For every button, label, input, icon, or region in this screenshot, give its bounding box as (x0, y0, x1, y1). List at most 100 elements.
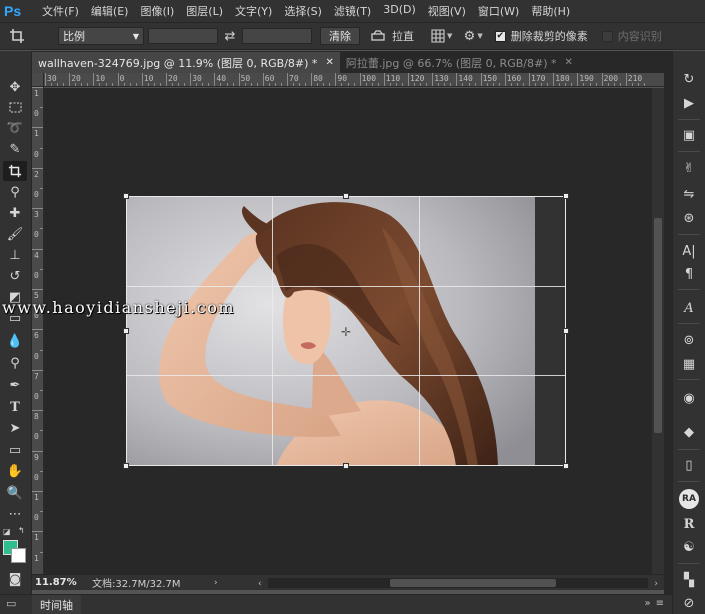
path-selection-tool-icon[interactable]: ➤ (3, 418, 27, 438)
swap-colors-icon[interactable]: ↰ (18, 526, 25, 535)
menu-file[interactable]: 文件(F) (36, 3, 85, 19)
delete-cropped-pixels-option[interactable]: ✔ 删除裁剪的像素 (494, 28, 588, 44)
horizontal-scrollbar-thumb[interactable] (390, 579, 556, 587)
crop-handle-bottom-left[interactable] (123, 463, 129, 469)
no-entry-plugin-icon[interactable]: ⊘ (677, 592, 701, 614)
vertical-scrollbar-thumb[interactable] (654, 218, 662, 433)
panel-grip-icon[interactable]: ▭ (6, 597, 16, 610)
healing-brush-tool-icon[interactable]: ✚ (3, 203, 27, 223)
collapse-panel-icon[interactable]: » (644, 598, 650, 609)
menu-image[interactable]: 图像(I) (134, 3, 180, 19)
crop-handle-top-left[interactable] (123, 193, 129, 199)
crop-tool-preset-icon[interactable] (0, 23, 34, 49)
ratio-width-input[interactable] (148, 28, 218, 44)
tab-alalei[interactable]: 阿拉蕾.jpg @ 66.7% (图层 0, RGB/8#) * ✕ (340, 52, 579, 73)
close-icon[interactable]: ✕ (564, 57, 572, 68)
straighten-icon[interactable] (366, 30, 390, 42)
quick-mask-icon[interactable]: ◙ (3, 569, 27, 589)
rectangle-tool-icon[interactable]: ▭ (3, 440, 27, 460)
crop-handle-middle-right[interactable] (563, 328, 569, 334)
menu-window[interactable]: 窗口(W) (472, 3, 525, 19)
menu-view[interactable]: 视图(V) (422, 3, 472, 19)
actions-play-icon[interactable]: ▶ (677, 92, 701, 114)
eyedropper-tool-icon[interactable]: ⚲ (3, 182, 27, 202)
menu-select[interactable]: 选择(S) (278, 3, 328, 19)
yin-yang-plugin-icon[interactable]: ☯ (677, 536, 701, 558)
overlay-dropdown-icon[interactable]: ▼ (447, 32, 452, 40)
clear-button[interactable]: 清除 (320, 27, 360, 45)
crop-handle-top-right[interactable] (563, 193, 569, 199)
horizontal-ruler[interactable]: 30 20 10 0 10 20 30 40 50 60 70 80 90 100 110 120 130 140… (44, 73, 664, 87)
swap-dimensions-icon[interactable]: ⇄ (218, 29, 242, 44)
history-brush-tool-icon[interactable]: ↺ (3, 266, 27, 286)
menu-layer[interactable]: 图层(L) (180, 3, 229, 19)
menu-3d[interactable]: 3D(D) (377, 3, 422, 19)
document-size-info[interactable]: 文档:32.7M/32.7M (92, 575, 232, 590)
delete-cropped-pixels-checkbox[interactable]: ✔ (494, 30, 506, 42)
channels-panel-icon[interactable]: ⊚ (677, 329, 701, 351)
menu-filter[interactable]: 滤镜(T) (328, 3, 377, 19)
zoom-tool-icon[interactable]: 🔍 (3, 483, 27, 503)
marquee-tool-icon[interactable] (3, 97, 27, 117)
scroll-right-icon[interactable]: › (654, 579, 658, 589)
ruler-tick (420, 83, 422, 86)
crop-handle-bottom-center[interactable] (343, 463, 349, 469)
brush-panel-icon[interactable]: ✌ (677, 157, 701, 179)
scroll-left-icon[interactable]: ‹ (258, 579, 262, 589)
ruler-tick (383, 73, 385, 86)
blur-tool-icon[interactable]: 💧 (3, 331, 27, 351)
ratio-select[interactable]: 比例 ▼ (58, 27, 144, 45)
panel-menu-icon[interactable]: ≡ (656, 598, 664, 609)
zoom-level[interactable]: 11.87% (32, 577, 92, 588)
ra-plugin-icon[interactable]: RA (677, 488, 701, 510)
clone-stamp-tool-icon[interactable]: ⊥ (3, 245, 27, 265)
color-plugin-icon[interactable]: ▚ (677, 569, 701, 591)
libraries-panel-icon[interactable]: ▣ (677, 124, 701, 146)
dodge-tool-icon[interactable]: ⚲ (3, 353, 27, 373)
crop-tool-icon[interactable] (3, 161, 27, 181)
quick-selection-tool-icon[interactable]: ✎ (3, 139, 27, 159)
menu-edit[interactable]: 编辑(E) (85, 3, 135, 19)
paragraph-panel-icon[interactable]: ¶ (677, 263, 701, 285)
crop-handle-top-center[interactable] (343, 193, 349, 199)
panel-collapse-strip[interactable] (664, 51, 672, 594)
menu-type[interactable]: 文字(Y) (229, 3, 278, 19)
pen-tool-icon[interactable]: ✒ (3, 375, 27, 395)
layers-panel-icon[interactable]: ▦ (677, 353, 701, 375)
ratio-height-input[interactable] (242, 28, 312, 44)
brush-tool-icon[interactable]: 🖌 (3, 224, 27, 244)
ruler-origin[interactable] (32, 73, 44, 87)
history-panel-icon[interactable]: ↻ (677, 68, 701, 90)
close-icon[interactable]: ✕ (325, 57, 333, 68)
3d-cube-icon[interactable]: ◆ (677, 421, 701, 443)
horizontal-scrollbar[interactable]: ‹ › (258, 578, 658, 589)
hand-tool-icon[interactable]: ✋ (3, 461, 27, 481)
crop-handle-bottom-right[interactable] (563, 463, 569, 469)
crop-handle-middle-left[interactable] (123, 328, 129, 334)
character-panel-icon[interactable]: A| (677, 240, 701, 262)
content-aware-option[interactable]: 内容识别 (601, 28, 662, 44)
more-tools-icon[interactable]: ⋯ (3, 504, 27, 524)
r-pro-plugin-icon[interactable]: R (677, 513, 701, 535)
ruler-tick (522, 83, 524, 86)
settings-dropdown-icon[interactable]: ▼ (477, 32, 482, 40)
default-colors-icon[interactable]: ◪ (3, 527, 11, 536)
tab-wallhaven[interactable]: wallhaven-324769.jpg @ 11.9% (图层 0, RGB/… (32, 52, 340, 73)
styles-panel-icon[interactable]: ⊛ (677, 207, 701, 229)
status-menu-arrow-icon[interactable]: › (214, 578, 218, 588)
vertical-scrollbar[interactable] (652, 88, 664, 574)
move-tool-icon[interactable]: ✥ (3, 77, 27, 97)
type-tool-icon[interactable]: T (3, 397, 27, 417)
glyphs-panel-icon[interactable]: A (677, 297, 701, 319)
vertical-ruler[interactable]: 101020304050607080901011 (32, 87, 44, 574)
adjustments-panel-icon[interactable]: ⇋ (677, 183, 701, 205)
plugin-circle-icon[interactable]: ◉ (677, 387, 701, 409)
background-color-swatch[interactable] (11, 548, 26, 563)
straighten-label[interactable]: 拉直 (392, 28, 414, 44)
content-aware-checkbox[interactable] (601, 30, 613, 42)
tab-timeline[interactable]: 时间轴 (32, 594, 81, 614)
lasso-tool-icon[interactable]: ➰ (3, 118, 27, 138)
menu-help[interactable]: 帮助(H) (525, 3, 576, 19)
ruler-tick (141, 73, 143, 86)
device-preview-icon[interactable]: ▯ (677, 454, 701, 476)
